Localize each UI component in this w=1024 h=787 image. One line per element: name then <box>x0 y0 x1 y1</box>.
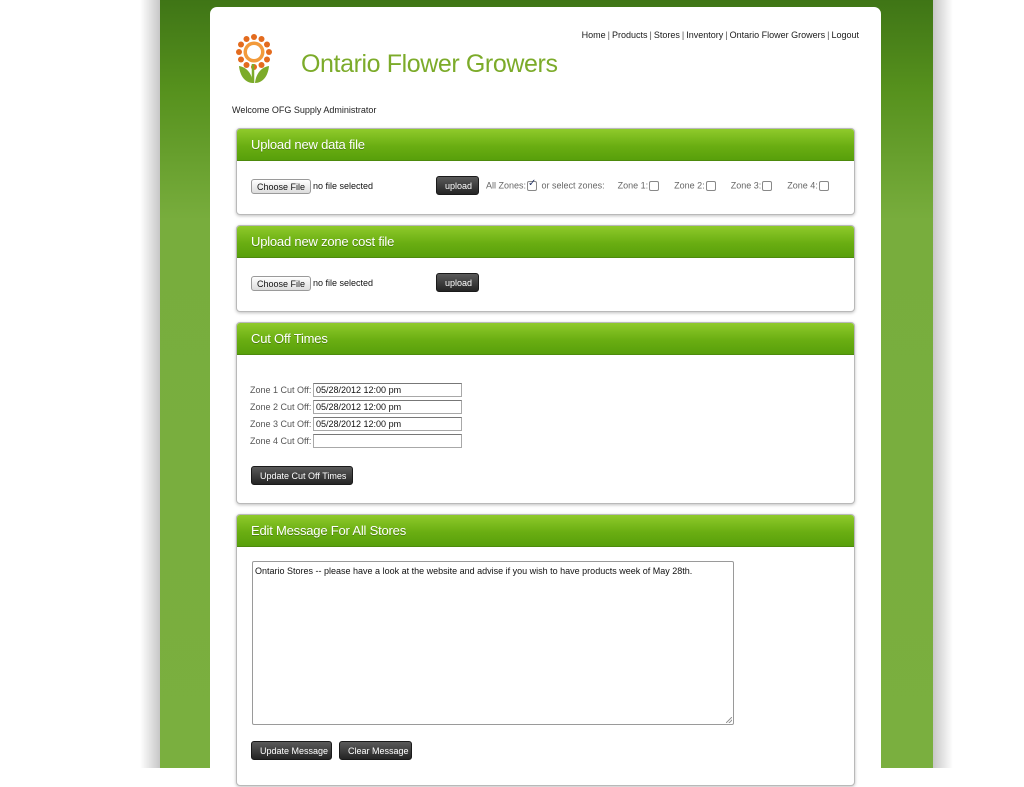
content-page: Ontario Flower Growers Home | Products | Sto… <box>210 7 881 787</box>
or-select-zones-label: or select zones: <box>541 180 605 191</box>
zone-1-cutoff-input[interactable]: 05/28/2012 12:00 pm <box>313 383 462 397</box>
nav-separator: | <box>681 30 685 40</box>
right-shadow <box>933 0 953 768</box>
upload-data-button[interactable]: upload <box>436 176 479 195</box>
zone-3-cutoff-label: Zone 3 Cut Off: <box>250 419 312 429</box>
edit-message-title: Edit Message For All Stores <box>237 515 854 547</box>
site-logo[interactable]: Ontario Flower Growers <box>236 33 558 93</box>
zone-3-cutoff-input[interactable]: 05/28/2012 12:00 pm <box>313 417 462 431</box>
zone-2-cutoff-label: Zone 2 Cut Off: <box>250 402 312 412</box>
clear-message-button[interactable]: Clear Message <box>339 741 412 760</box>
update-cutoff-times-button[interactable]: Update Cut Off Times <box>251 466 353 485</box>
store-message-textarea[interactable]: Ontario Stores -- please have a look at … <box>252 561 734 725</box>
nav-home[interactable]: Home <box>582 30 606 40</box>
zone-3-label: Zone 3: <box>730 180 762 191</box>
zone-1-label: Zone 1: <box>617 180 649 191</box>
zone-3-checkbox[interactable] <box>762 180 773 191</box>
upload-data-panel: Upload new data file Choose File no file… <box>236 128 855 215</box>
upload-zone-cost-title: Upload new zone cost file <box>237 226 854 258</box>
cutoff-times-panel: Cut Off Times Zone 1 Cut Off: 05/28/2012… <box>236 322 855 504</box>
choose-data-file-button[interactable]: Choose File <box>251 179 312 194</box>
update-message-button[interactable]: Update Message <box>251 741 332 760</box>
data-file-status: no file selected <box>313 181 374 191</box>
top-navigation: Home | Products | Stores | Inventory | Ontario F… <box>582 30 859 40</box>
zone-4-label: Zone 4: <box>787 180 818 191</box>
zone-2-checkbox[interactable] <box>705 180 716 191</box>
zone-cost-file-status: no file selected <box>313 278 374 288</box>
cutoff-times-title: Cut Off Times <box>237 323 854 355</box>
nav-products[interactable]: Products <box>612 30 648 40</box>
nav-ontario-flower-growers[interactable]: Ontario Flower Growers <box>730 30 826 40</box>
nav-separator: | <box>725 30 728 40</box>
upload-zone-cost-body: Choose File no file selected upload <box>237 258 854 311</box>
upload-data-title: Upload new data file <box>237 129 854 161</box>
edit-message-body: Ontario Stores -- please have a look at … <box>237 547 854 785</box>
flower-logo-icon <box>236 34 272 83</box>
edit-message-panel: Edit Message For All Stores Ontario Stor… <box>236 514 855 786</box>
upload-zone-cost-button[interactable]: upload <box>436 273 479 292</box>
upload-zone-cost-panel: Upload new zone cost file Choose File no… <box>236 225 855 312</box>
zone-4-checkbox[interactable] <box>818 180 829 191</box>
all-zones-checkbox[interactable] <box>527 178 538 191</box>
zone-1-checkbox[interactable] <box>649 180 660 191</box>
nav-separator: | <box>827 30 830 40</box>
zone-selector: All Zones: or select zones: Zone 1: Zone… <box>486 178 831 191</box>
choose-zone-cost-file-button[interactable]: Choose File <box>251 276 312 291</box>
welcome-message: Welcome OFG Supply Administrator <box>232 105 377 115</box>
zone-4-cutoff-input[interactable] <box>313 434 462 448</box>
store-message-text: Ontario Stores -- please have a look at … <box>255 566 693 576</box>
zone-2-label: Zone 2: <box>674 180 705 191</box>
cutoff-times-body: Zone 1 Cut Off: 05/28/2012 12:00 pm Zone… <box>237 355 854 503</box>
all-zones-label: All Zones: <box>486 180 527 191</box>
upload-data-body: Choose File no file selected upload All … <box>237 161 854 214</box>
nav-stores[interactable]: Stores <box>654 30 680 40</box>
textarea-resize-handle[interactable] <box>726 717 732 723</box>
nav-logout[interactable]: Logout <box>831 30 859 40</box>
nav-separator: | <box>607 30 610 40</box>
nav-inventory[interactable]: Inventory <box>686 30 723 40</box>
zone-4-cutoff-label: Zone 4 Cut Off: <box>250 436 312 446</box>
zone-2-cutoff-input[interactable]: 05/28/2012 12:00 pm <box>313 400 462 414</box>
logo-text: Ontario Flower Growers <box>301 50 558 78</box>
nav-separator: | <box>649 30 652 40</box>
zone-1-cutoff-label: Zone 1 Cut Off: <box>250 385 312 395</box>
left-shadow <box>140 0 160 768</box>
